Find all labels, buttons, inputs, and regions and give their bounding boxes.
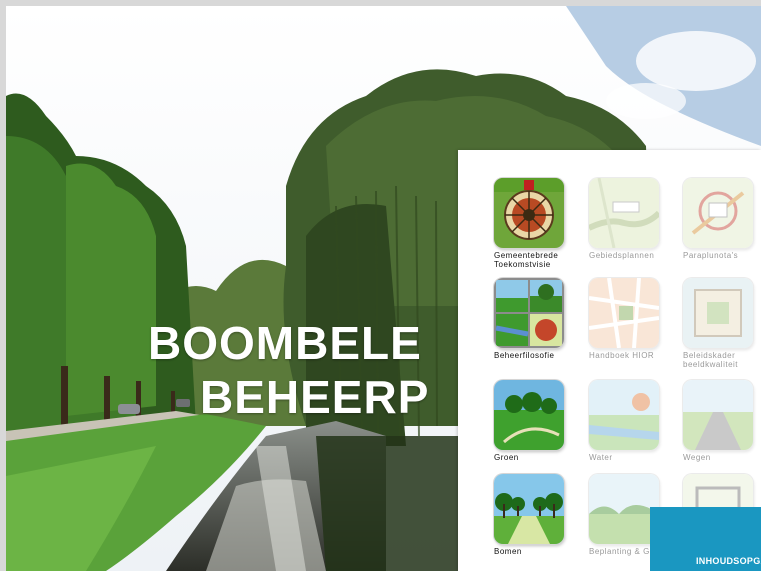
menu-item-label: Wegen: [683, 453, 711, 462]
square-plan-icon: [683, 278, 753, 348]
planting-icon: [589, 474, 659, 544]
map-plan-icon: [683, 178, 753, 248]
page: BOOMBELE BEHEERP Gemeentebrede Toekomstv…: [0, 0, 761, 571]
table-of-contents-button[interactable]: INHOUDSOPGAVE: [650, 507, 761, 571]
street-map-icon: [589, 278, 659, 348]
landscape-grid-icon: [494, 278, 564, 348]
menu-item-water[interactable]: Water: [589, 380, 679, 462]
road-icon: [683, 380, 753, 450]
menu-item-label: Gemeentebrede Toekomstvisie: [494, 251, 559, 269]
menu-item-wegen[interactable]: Wegen: [683, 380, 761, 462]
table-of-contents-label: INHOUDSOPGAVE: [696, 556, 761, 566]
menu-item-label: Water: [589, 453, 613, 462]
menu-item-handboek-hior[interactable]: Handboek HIOR: [589, 278, 679, 360]
tree-lane-icon: [494, 474, 564, 544]
menu-item-label: Paraplunota's: [683, 251, 739, 260]
menu-item-label: Beleidskader beeldkwaliteit: [683, 351, 739, 369]
menu-item-label: Gebiedsplannen: [589, 251, 655, 260]
menu-item-label: Bomen: [494, 547, 522, 556]
menu-item-gebiedsplannen[interactable]: Gebiedsplannen: [589, 178, 679, 260]
compass-icon: [494, 178, 564, 248]
menu-item-label: Groen: [494, 453, 519, 462]
park-icon: [494, 380, 564, 450]
menu-item-bomen[interactable]: Bomen: [494, 474, 584, 556]
menu-item-label: Handboek HIOR: [589, 351, 655, 360]
menu-item-paraplunotas[interactable]: Paraplunota's: [683, 178, 761, 260]
menu-item-gemeentebrede-toekomstvisie[interactable]: Gemeentebrede Toekomstvisie: [494, 178, 584, 269]
menu-item-beleidskader-beeldkwaliteit[interactable]: Beleidskader beeldkwaliteit: [683, 278, 761, 369]
map-icon: [589, 178, 659, 248]
menu-item-label: Beheerfilosofie: [494, 351, 555, 360]
menu-item-groen[interactable]: Groen: [494, 380, 584, 462]
menu-item-beheerfilosofie[interactable]: Beheerfilosofie: [494, 278, 584, 360]
water-icon: [589, 380, 659, 450]
